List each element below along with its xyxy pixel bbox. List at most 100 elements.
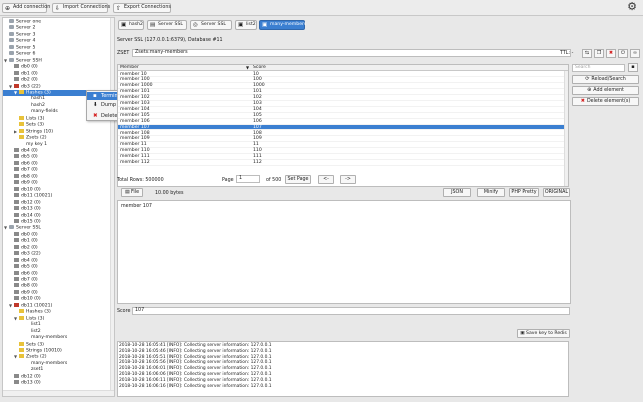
table-row[interactable]: member 112 112 [118, 160, 564, 166]
tree-item[interactable]: db15 (0) [3, 218, 114, 225]
search-filter-icon[interactable]: ▪ [628, 63, 638, 72]
tree-item[interactable]: db1 (0) [3, 70, 114, 77]
tree-item[interactable]: db12 (0) [3, 199, 114, 206]
tree-item[interactable]: db7 (0) [3, 167, 114, 173]
tab-server-ssl-info[interactable]: ▤ Server SSL [147, 20, 187, 30]
tree-item[interactable]: db13 (0) [3, 206, 114, 212]
page-input[interactable]: 1 [236, 175, 260, 183]
tree-item[interactable]: db5 (0) [3, 154, 114, 160]
tree-item[interactable]: ▼ db3 (22) [3, 83, 114, 90]
tree-item[interactable]: Zsets (2) [3, 135, 114, 141]
prev-page-button[interactable]: <- [318, 175, 334, 184]
tree-item[interactable]: ▶ Strings (10) [3, 128, 114, 135]
tree-item[interactable]: db14 (0) [3, 212, 114, 219]
tree-item[interactable]: ▼ Lists (3) [3, 315, 114, 322]
original-button[interactable]: ORIGINAL [543, 188, 570, 197]
php-pretty-button[interactable]: PHP Pretty [509, 188, 539, 197]
tree-item[interactable]: db8 (0) [3, 173, 114, 180]
tree-item[interactable]: db5 (0) [3, 264, 114, 270]
tree-item[interactable]: db0 (0) [3, 231, 114, 238]
tree-item[interactable]: db2 (0) [3, 77, 114, 83]
delete-elements-button[interactable]: ✖ Delete element(s) [572, 97, 639, 106]
tree-item[interactable]: db6 (0) [3, 160, 114, 167]
gear-icon[interactable]: ⚙ [627, 1, 637, 13]
tree-item[interactable]: list1 [3, 322, 114, 328]
tree-item[interactable]: Server 6 [3, 51, 114, 57]
tab-list2[interactable]: ▣ list2 [235, 20, 257, 30]
tree-item[interactable]: Server one [3, 19, 114, 25]
reload-search-button[interactable]: ⟳ Reload/Search [572, 75, 639, 84]
tree-item[interactable]: Strings (10010) [3, 347, 114, 354]
add-element-button[interactable]: ⊕ Add element [572, 86, 639, 95]
tree-item[interactable]: ▼ Zsets (2) [3, 354, 114, 360]
tree-item[interactable]: db4 (0) [3, 148, 114, 154]
tree-scrollbar[interactable] [110, 18, 114, 390]
page-label: Page [222, 178, 234, 183]
tree-item-label: db12 (0) [21, 200, 41, 206]
tree-item[interactable]: zset1 [3, 367, 114, 373]
tree-item[interactable]: ▼ db11 (10021) [3, 302, 114, 309]
tree-item[interactable]: db4 (0) [3, 257, 114, 264]
tree-item[interactable]: db10 (0) [3, 186, 114, 193]
tree-item[interactable]: db6 (0) [3, 270, 114, 277]
delete-icon: ✖ [93, 113, 98, 119]
key-name-field[interactable]: Zsets:many-members [132, 49, 571, 57]
tree-item[interactable]: db10 (0) [3, 296, 114, 302]
tree-item[interactable]: Server 5 [3, 44, 114, 51]
tree-horizontal-scrollbar[interactable] [3, 390, 114, 396]
tab-label: hash2 [129, 22, 143, 27]
tree-item[interactable]: db3 (22) [3, 251, 114, 257]
tree-item[interactable]: Server 2 [3, 25, 114, 31]
value-editor[interactable]: member 107 [117, 200, 571, 304]
tab-hash2[interactable]: ▣ hash2 [118, 20, 144, 30]
import-connections-button[interactable]: ⇩ Import Connections [52, 3, 110, 13]
next-page-button[interactable]: -> [340, 175, 356, 184]
table-scrollbar[interactable] [564, 71, 568, 186]
search-input[interactable]: Search [572, 64, 625, 72]
copy-icon[interactable]: ❐ [594, 49, 604, 58]
file-button[interactable]: ▤ File [121, 188, 143, 197]
column-score[interactable]: Score [253, 65, 266, 71]
tree-item[interactable]: Sets (3) [3, 341, 114, 348]
tree-item[interactable]: Sets (3) [3, 122, 114, 128]
link-icon[interactable]: ∞ [630, 49, 640, 58]
minify-button[interactable]: Minify [477, 188, 505, 197]
delete-key-icon[interactable]: ✖ [606, 49, 616, 58]
add-connection-button[interactable]: ⊕ Add connection [2, 3, 50, 13]
column-member[interactable]: Member [120, 65, 139, 71]
export-connections-button[interactable]: ⇧ Export Connections [113, 3, 171, 13]
tree-item[interactable]: db2 (0) [3, 244, 114, 251]
tree-item[interactable]: many-members [3, 361, 114, 367]
tree-item[interactable]: db11 (10021) [3, 193, 114, 199]
tree-item[interactable]: ▼ Server SSH [3, 57, 114, 64]
tree-item[interactable]: db13 (0) [3, 380, 114, 386]
tab-many-members[interactable]: ▣ many-members [259, 20, 306, 30]
tree-item[interactable]: many-members [3, 335, 114, 341]
json-button[interactable]: JSON [443, 188, 471, 197]
tree-item[interactable]: Hashes (3) [3, 309, 114, 315]
set-page-button[interactable]: Set Page [285, 175, 311, 184]
reload-icon[interactable]: ⏻ [618, 49, 628, 58]
database-icon [14, 238, 19, 243]
tree-item[interactable]: db0 (0) [3, 64, 114, 70]
tree-item[interactable]: db1 (0) [3, 238, 114, 244]
save-key-button[interactable]: ▣ Save key to Redis [517, 329, 570, 338]
tree-item[interactable]: Server 3 [3, 31, 114, 38]
set-ttl-icon[interactable]: ⇆ [582, 49, 592, 58]
tree-item[interactable]: db9 (0) [3, 289, 114, 296]
tree-item[interactable]: list2 [3, 329, 114, 335]
tree-item[interactable]: db9 (0) [3, 180, 114, 186]
tree-item[interactable]: ▼ Server SSL [3, 225, 114, 231]
tree-item[interactable]: my key 1 [3, 142, 114, 148]
tree-item[interactable]: db8 (0) [3, 283, 114, 289]
score-field[interactable]: 107 [132, 307, 570, 315]
tree-item[interactable]: Server 4 [3, 38, 114, 44]
export-connections-label: Export Connections [124, 5, 171, 10]
connection-info: Server SSL (127.0.0.1:6379), Database #1… [117, 38, 223, 43]
tree-item[interactable]: db12 (0) [3, 373, 114, 380]
tree-item[interactable]: db7 (0) [3, 277, 114, 283]
database-icon [14, 373, 19, 378]
tab-server-ssl-console[interactable]: ◎ Server SSL [190, 20, 232, 30]
terminal-icon: ▪ [93, 93, 97, 99]
server-info-icon: ▤ [150, 22, 156, 28]
